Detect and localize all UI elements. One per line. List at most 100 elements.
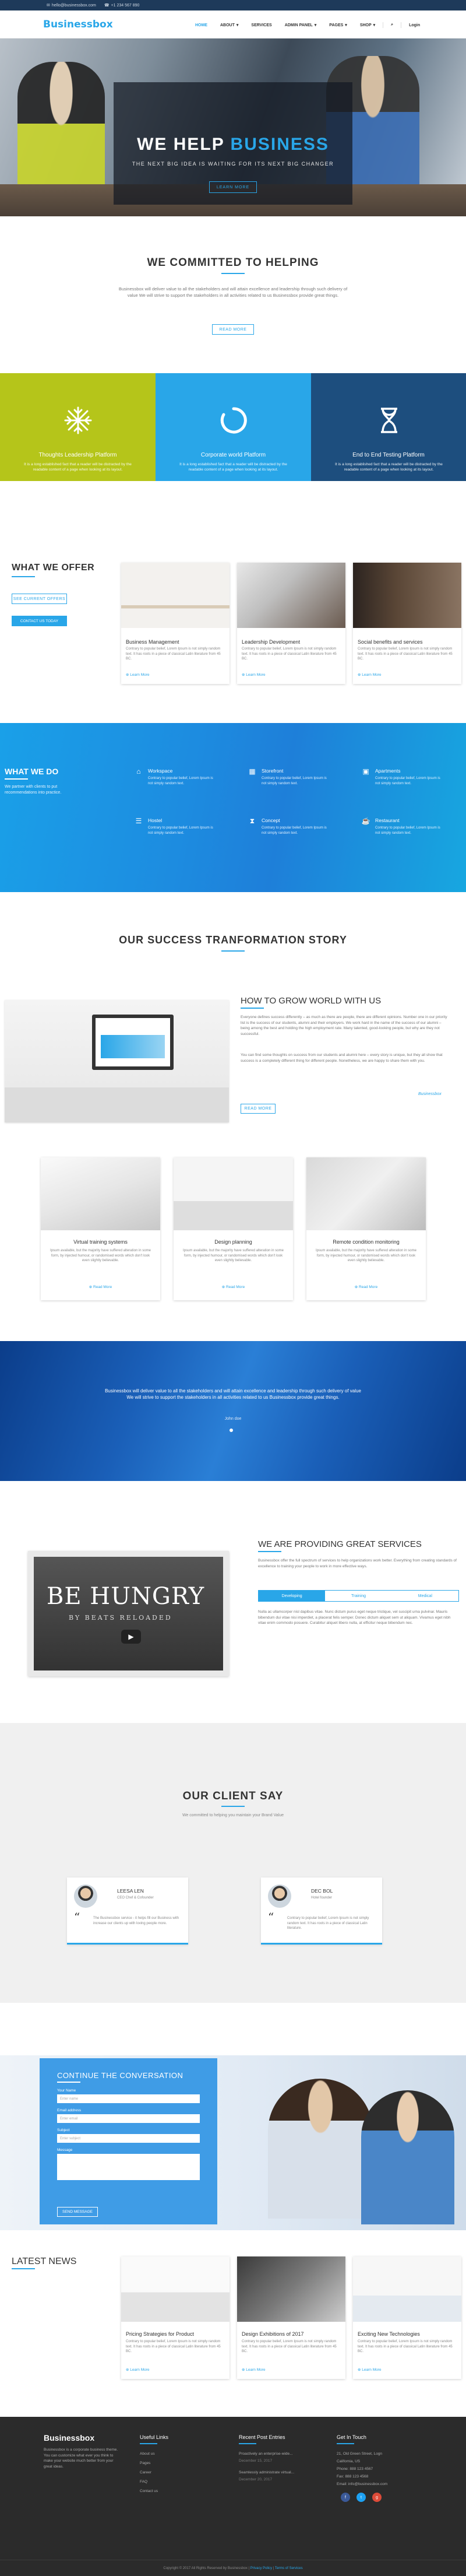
- nav-pages[interactable]: PAGES ▾: [323, 22, 354, 28]
- feature-title: Thoughts Leadership Platform: [38, 452, 117, 458]
- hero-title-a: WE HELP: [137, 135, 231, 154]
- video-player[interactable]: BE HUNGRY BY BEATS RELOADED ▶: [28, 1551, 229, 1676]
- footer-city: California, US: [337, 2459, 361, 2463]
- header: Businessbox HOME ABOUT ▾ SERVICES ADMIN P…: [0, 10, 466, 38]
- recent-post-link[interactable]: Proactively an enterprise-wide...: [239, 2452, 293, 2456]
- learn-more-link[interactable]: ⊕ Learn More: [358, 672, 382, 677]
- twitter-icon[interactable]: t: [356, 2493, 366, 2502]
- card-title: Leadership Development: [242, 639, 301, 645]
- clients-subtitle: We committed to helping you maintain you…: [182, 1813, 284, 1817]
- message-textarea[interactable]: [57, 2154, 200, 2180]
- read-more-link[interactable]: ⊕ Read More: [306, 1285, 426, 1289]
- quote-icon: “: [268, 1910, 274, 1924]
- learn-more-link[interactable]: ⊕ Learn More: [242, 672, 266, 677]
- footer-address: 21, Old Green Street, Logn: [337, 2452, 383, 2456]
- apartment-icon: ▣: [362, 767, 369, 775]
- learn-more-link[interactable]: ⊕ Learn More: [126, 672, 150, 677]
- story-card: Virtual training systems Ipsum available…: [41, 1157, 160, 1300]
- footer-link[interactable]: Contact us: [140, 2489, 158, 2493]
- client-name: LEESA LEN: [117, 1888, 144, 1894]
- testimonial-banner: Businessbox will deliver value to all th…: [0, 1341, 466, 1481]
- footer-link[interactable]: FAQ: [140, 2480, 147, 2484]
- feature-text: It is a long established fact that a rea…: [335, 462, 443, 472]
- what-we-do-section: WHAT WE DO We partner with clients to pu…: [0, 723, 466, 892]
- concept-icon: ⧗: [249, 817, 255, 825]
- nav-admin-panel[interactable]: ADMIN PANEL ▾: [278, 22, 323, 28]
- login-link[interactable]: Login: [403, 22, 426, 28]
- nav-shop-label: SHOP: [359, 23, 372, 27]
- read-more-link[interactable]: ⊕ Read More: [41, 1285, 160, 1289]
- services-heading: WE ARE PROVIDING GREAT SERVICES: [258, 1539, 422, 1549]
- send-message-button[interactable]: SEND MESSAGE: [57, 2207, 98, 2217]
- avatar: [268, 1884, 291, 1908]
- committed-read-more-button[interactable]: READ MORE: [212, 324, 254, 335]
- recent-post-link[interactable]: Seamlessly administrate virtual...: [239, 2470, 294, 2475]
- footer-link[interactable]: About us: [140, 2452, 155, 2456]
- play-icon[interactable]: ▶: [121, 1630, 141, 1644]
- topbar-email[interactable]: ✉ hello@businessbox.com: [47, 3, 96, 8]
- card-image: [353, 563, 461, 628]
- terms-link[interactable]: Terms of Services: [275, 2567, 303, 2570]
- chevron-down-icon: ▾: [373, 23, 376, 27]
- privacy-link[interactable]: Privacy Policy: [250, 2567, 272, 2570]
- contact-us-today-button[interactable]: CONTACT US TODAY: [12, 616, 67, 626]
- google-plus-icon[interactable]: g: [372, 2493, 382, 2502]
- card-image: [353, 2256, 461, 2322]
- hero-learn-more-button[interactable]: LEARN MORE: [209, 181, 257, 193]
- learn-more-link[interactable]: ⊕ Learn More: [126, 2367, 150, 2372]
- learn-more-link[interactable]: ⊕ Learn More: [358, 2367, 382, 2372]
- footer-link[interactable]: Career: [140, 2470, 151, 2475]
- phone-icon: ☎: [104, 3, 110, 8]
- feature-text: It is a long established fact that a rea…: [24, 462, 132, 472]
- logo[interactable]: Businessbox: [43, 19, 113, 30]
- service-workspace[interactable]: ⌂ Workspace Contrary to popular belief, …: [134, 767, 221, 802]
- contact-person-image: [268, 2079, 373, 2219]
- footer-link[interactable]: Pages: [140, 2461, 150, 2465]
- footer-email[interactable]: Email: info@businessbox.com: [337, 2482, 387, 2486]
- workspace-icon: ⌂: [136, 767, 141, 775]
- see-current-offers-button[interactable]: SEE CURRENT OFFERS: [12, 594, 67, 604]
- service-storefront[interactable]: ▦ Storefront Contrary to popular belief,…: [248, 767, 335, 802]
- tab-developing[interactable]: Developing: [259, 1591, 326, 1601]
- feature-text: It is a long established fact that a rea…: [179, 462, 287, 472]
- learn-more-link[interactable]: ⊕ Learn More: [242, 2367, 266, 2372]
- card-text: Contrary to popular belief, Lorem Ipsum …: [358, 647, 453, 661]
- title-underline: [221, 273, 245, 274]
- nav-shop[interactable]: SHOP ▾: [354, 22, 382, 28]
- footer-logo[interactable]: Businessbox: [44, 2433, 94, 2442]
- plus-icon: ⊕: [89, 1285, 94, 1289]
- nav-home[interactable]: HOME: [189, 22, 214, 28]
- service-hostel[interactable]: ☰ Hostel Contrary to popular belief, Lor…: [134, 816, 221, 851]
- service-apartments[interactable]: ▣ Apartments Contrary to popular belief,…: [361, 767, 449, 802]
- nav-services[interactable]: SERVICES: [245, 22, 278, 28]
- video-subtitle: BY BEATS RELOADED: [69, 1614, 172, 1622]
- service-restaurant[interactable]: ☕ Restaurant Contrary to popular belief,…: [361, 816, 449, 851]
- title-underline: [57, 2082, 80, 2083]
- monitor-chart-image: [101, 1035, 165, 1058]
- facebook-icon[interactable]: f: [341, 2493, 350, 2502]
- topbar-phone[interactable]: ☎ +1 234 567 890: [104, 3, 140, 8]
- name-input[interactable]: Enter name: [57, 2094, 200, 2103]
- read-more-link[interactable]: ⊕ Read More: [174, 1285, 293, 1289]
- card-image: [41, 1157, 160, 1230]
- title-underline: [337, 2443, 354, 2444]
- service-concept[interactable]: ⧗ Concept Contrary to popular belief, Lo…: [248, 816, 335, 851]
- story-read-more-button[interactable]: READ MORE: [241, 1104, 276, 1114]
- search-icon[interactable]: ⌕: [384, 22, 400, 28]
- tab-training[interactable]: Training: [325, 1591, 391, 1601]
- nav-about[interactable]: ABOUT ▾: [214, 22, 245, 28]
- subject-input[interactable]: Enter subject: [57, 2134, 200, 2143]
- card-image: [121, 2256, 230, 2322]
- card-text: Ipsum available, but the majority have s…: [50, 1249, 151, 1262]
- tab-medical[interactable]: Medical: [392, 1591, 458, 1601]
- email-input[interactable]: Enter email: [57, 2114, 200, 2123]
- chevron-down-icon: ▾: [236, 23, 239, 27]
- restaurant-icon: ☕: [361, 817, 370, 825]
- card-text: Ipsum available, but the majority have s…: [316, 1249, 416, 1262]
- title-underline: [12, 576, 35, 577]
- topbar-email-text: hello@businessbox.com: [51, 3, 96, 8]
- slider-dot[interactable]: [230, 1429, 233, 1432]
- hostel-icon: ☰: [135, 817, 142, 825]
- feature-title: Corporate world Platform: [200, 452, 266, 458]
- hero-overlay: WE HELP BUSINESS THE NEXT BIG IDEA IS WA…: [114, 82, 352, 205]
